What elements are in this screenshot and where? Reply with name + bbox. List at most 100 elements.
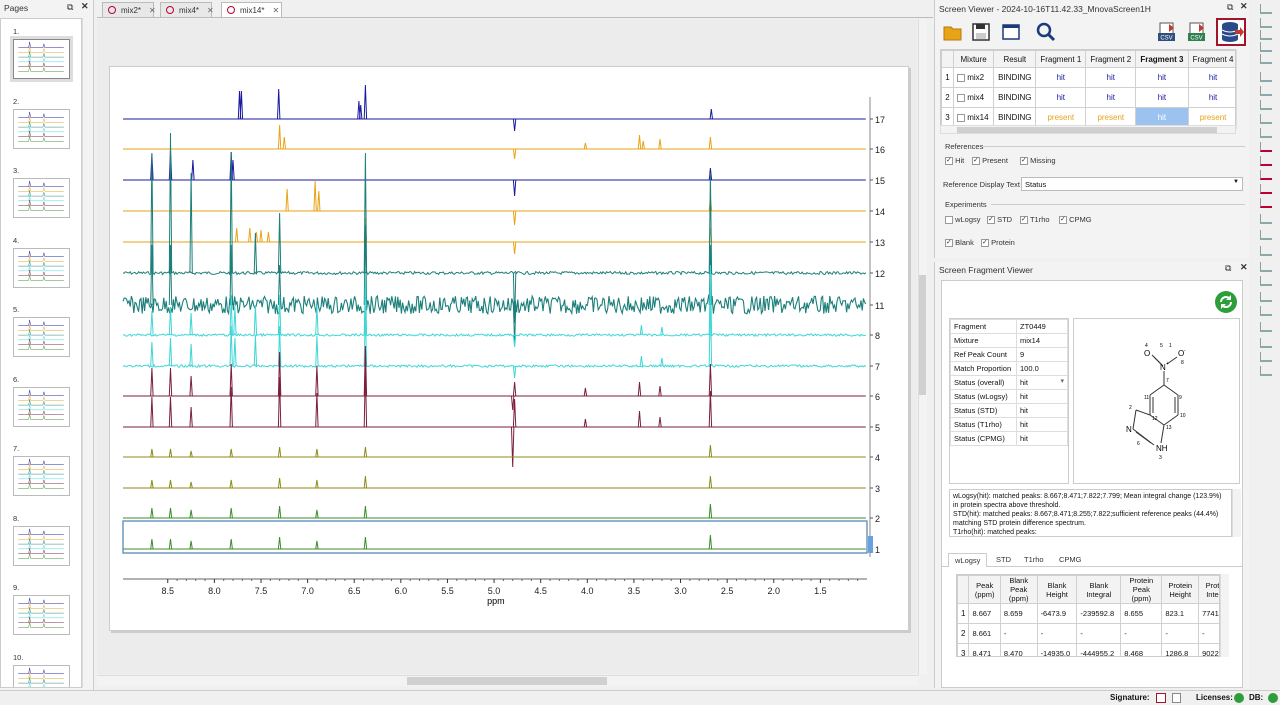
chevron-down-icon[interactable]: ▾ (1060, 377, 1064, 385)
peak-column-header[interactable]: Protein Height (1161, 575, 1200, 604)
cpmg-checkbox[interactable]: ✓ CPMG (1059, 215, 1092, 225)
hit-checkbox[interactable]: ✓ Hit (945, 156, 964, 166)
db-status-icon[interactable] (1268, 693, 1278, 703)
peak-cell[interactable]: 90223 (1198, 643, 1219, 656)
checkbox-checked[interactable]: ✓ (972, 157, 980, 166)
results-hscroll[interactable] (940, 125, 1236, 134)
license-status-icon[interactable] (1234, 693, 1244, 703)
page-thumbnail[interactable] (13, 247, 70, 288)
results-grid[interactable]: Mixture Result Fragment 1 Fragment 2 Fra… (940, 49, 1236, 129)
bar-chart-icon[interactable] (1260, 156, 1272, 166)
peak-cell[interactable]: 8.659 (999, 603, 1038, 624)
reference-display-select[interactable]: Status ▼ (1021, 177, 1243, 191)
close-icon[interactable]: ✕ (1240, 262, 1248, 273)
table-row[interactable]: 1 8.667 8.659 -6473.9 -239592.8 8.655 823.1 774… (957, 603, 1219, 624)
arrow-up-icon[interactable] (1260, 338, 1272, 348)
overlay-icon[interactable] (1260, 128, 1272, 138)
column-header-mixture[interactable]: Mixture (952, 50, 995, 68)
stack-icon[interactable] (1260, 114, 1272, 124)
fragment-cell[interactable]: hit (1085, 87, 1137, 108)
page-thumbnail[interactable] (13, 317, 70, 357)
settings-icon[interactable] (1260, 276, 1272, 286)
protein-checkbox[interactable]: ✓ Protein (981, 238, 1015, 248)
hscroll-thumb[interactable] (957, 127, 1217, 133)
arrow-down-icon[interactable] (1260, 366, 1272, 376)
results-vscroll[interactable] (1236, 49, 1245, 129)
row-checkbox[interactable] (957, 73, 965, 82)
pages-scrollbar[interactable] (82, 18, 91, 688)
checkbox-checked[interactable]: ✓ (945, 239, 953, 248)
arrow-down-icon[interactable] (1260, 352, 1272, 362)
tab-mix14[interactable]: mix14* ✕ (221, 2, 282, 17)
clipboard-icon[interactable] (1260, 306, 1272, 316)
peak-table-vscroll[interactable] (1220, 574, 1229, 657)
blank-checkbox[interactable]: ✓ Blank (945, 238, 974, 248)
peak-cell[interactable]: - (1198, 623, 1219, 644)
spectrum-page[interactable]: 17 16 15 14 13 12 11 8 7 6 5 4 3 2 1 8.5 8.0 7.5 7.0 6.5 6.0… (109, 66, 909, 631)
crosshair-icon[interactable] (1260, 214, 1272, 224)
table-row[interactable]: 2 mix4 BINDING hit hit hit hit (941, 87, 1235, 108)
peak-cell[interactable]: 8.468 (1120, 643, 1163, 656)
baseline-icon[interactable] (1260, 86, 1272, 96)
mixture-cell[interactable]: mix4 (952, 87, 995, 108)
peak-cell[interactable]: 8.471 (968, 643, 1001, 656)
selection-handle[interactable] (868, 536, 873, 553)
tab-t1rho[interactable]: T1rho (1024, 555, 1044, 564)
t1rho-checkbox[interactable]: ✓ T1rho (1020, 215, 1050, 225)
column-header-fragment-3[interactable]: Fragment 3 (1135, 50, 1189, 68)
peak-cell[interactable]: - (1161, 623, 1200, 644)
wlogsy-checkbox[interactable]: wLogsy (945, 215, 981, 225)
peak-cell[interactable]: 8.661 (968, 623, 1001, 644)
spectrum-trace[interactable] (122, 363, 867, 369)
close-icon[interactable]: ✕ (1240, 1, 1248, 12)
column-header-fragment-4[interactable]: Fragment 4 (1187, 50, 1235, 68)
clipboard-icon[interactable] (1260, 292, 1272, 302)
table-row[interactable]: 1 mix2 BINDING hit hit hit hit (941, 67, 1235, 88)
refresh-icon[interactable] (1215, 291, 1237, 313)
tab-mix2[interactable]: mix2* ✕ (102, 2, 156, 17)
tools-icon[interactable] (1260, 246, 1272, 256)
peak-cell[interactable]: -444955.2 (1076, 643, 1122, 656)
fragment-notes[interactable]: wLogsy(hit): matched peaks: 8.667;8.471;… (949, 489, 1232, 537)
column-header-fragment-1[interactable]: Fragment 1 (1035, 50, 1087, 68)
page-thumbnail[interactable] (13, 595, 70, 635)
table-row[interactable]: 3 8.471 8.470 -14935.0 -444955.2 8.468 1286.8 9… (957, 643, 1219, 656)
peak-cell[interactable]: 823.1 (1161, 603, 1200, 624)
checkbox-unchecked[interactable] (945, 216, 953, 225)
tab-mix4[interactable]: mix4* ✕ (160, 2, 214, 17)
float-icon[interactable]: ⧉ (1227, 2, 1233, 13)
checkbox-checked[interactable]: ✓ (1020, 157, 1028, 166)
pan-icon[interactable] (1260, 18, 1272, 28)
phase-icon[interactable] (1260, 100, 1272, 110)
peak-column-header[interactable]: Protein Peak (ppm) (1120, 575, 1163, 604)
open-folder-icon[interactable] (943, 22, 963, 42)
hscroll-thumb[interactable] (407, 677, 607, 685)
arrow-up-icon[interactable] (1260, 322, 1272, 332)
peak-column-header[interactable]: Blank Peak (ppm) (999, 575, 1038, 604)
peak-cell[interactable]: - (1036, 623, 1078, 644)
export-csv-icon[interactable]: CSV (1157, 21, 1177, 43)
page-thumbnail[interactable] (13, 664, 70, 687)
page-thumbnail[interactable] (13, 525, 70, 566)
peak-cell[interactable]: 1286.8 (1161, 643, 1200, 656)
peak-column-header[interactable]: Blank Height (1036, 575, 1078, 604)
fragment-cell[interactable]: hit (1135, 87, 1189, 108)
notes-vscroll[interactable] (1232, 489, 1241, 537)
spectrum-icon[interactable] (1260, 184, 1272, 194)
peak-cell[interactable]: - (999, 623, 1038, 644)
close-tab-icon[interactable]: ✕ (149, 6, 156, 15)
integrate-icon[interactable] (1260, 54, 1272, 64)
peak-table-container[interactable]: Peak (ppm) Blank Peak (ppm) Blank Height Bl… (956, 574, 1220, 657)
float-icon[interactable]: ⧉ (1225, 263, 1231, 274)
cursor-icon[interactable] (1260, 30, 1272, 40)
peak-cell[interactable]: 8.655 (1120, 603, 1163, 624)
page-thumbnail[interactable] (13, 39, 70, 79)
result-cell[interactable]: BINDING (993, 87, 1037, 108)
database-export-icon[interactable] (1216, 18, 1246, 46)
peak-column-header[interactable]: Peak (ppm) (968, 575, 1001, 604)
fragment-cell[interactable]: hit (1035, 67, 1087, 88)
workspace-hscroll[interactable] (97, 675, 918, 686)
tab-cpmg[interactable]: CPMG (1059, 555, 1082, 564)
close-icon[interactable]: ✕ (81, 1, 89, 12)
column-header-result[interactable]: Result (993, 50, 1037, 68)
